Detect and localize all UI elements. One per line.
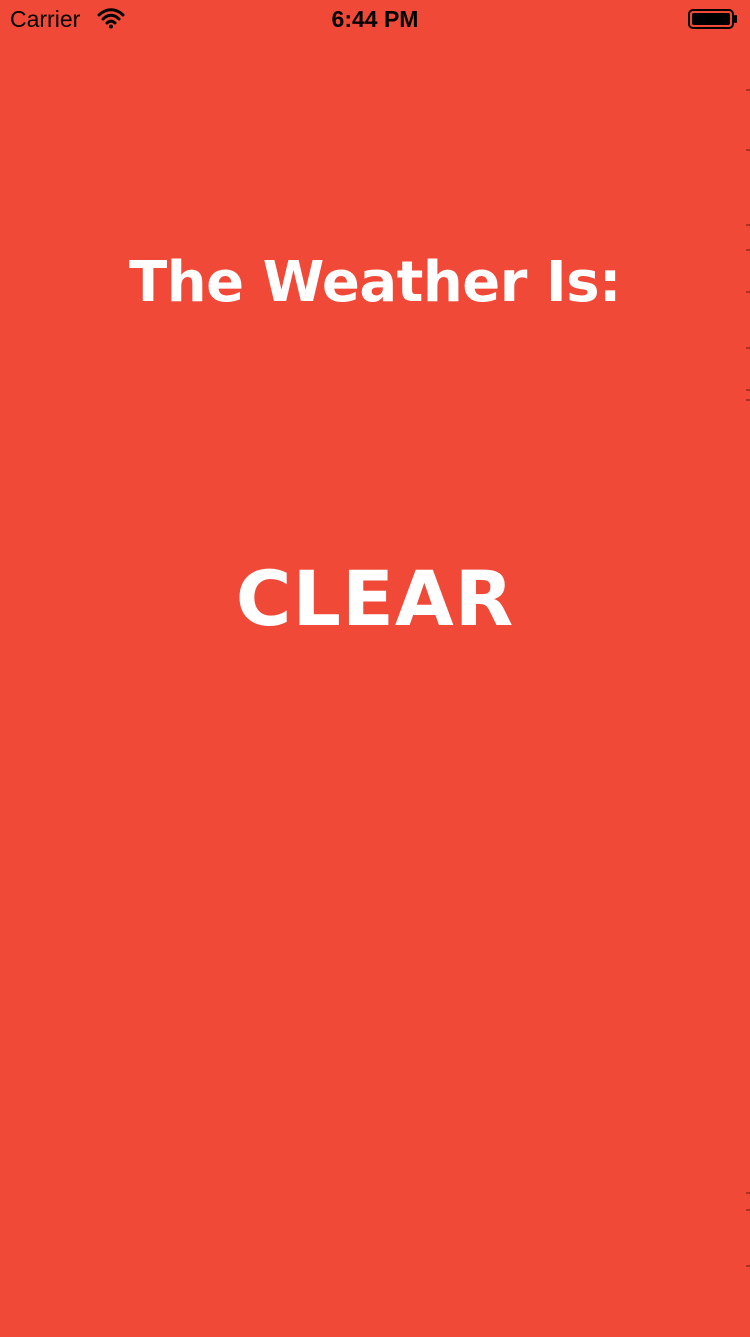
- status-time: 6:44 PM: [331, 6, 419, 32]
- edge-marks: [744, 40, 750, 1332]
- weather-heading: The Weather Is:: [129, 250, 621, 315]
- status-bar: Carrier 6:44 PM: [0, 0, 750, 40]
- battery-icon: [688, 9, 738, 29]
- weather-condition: CLEAR: [235, 554, 515, 643]
